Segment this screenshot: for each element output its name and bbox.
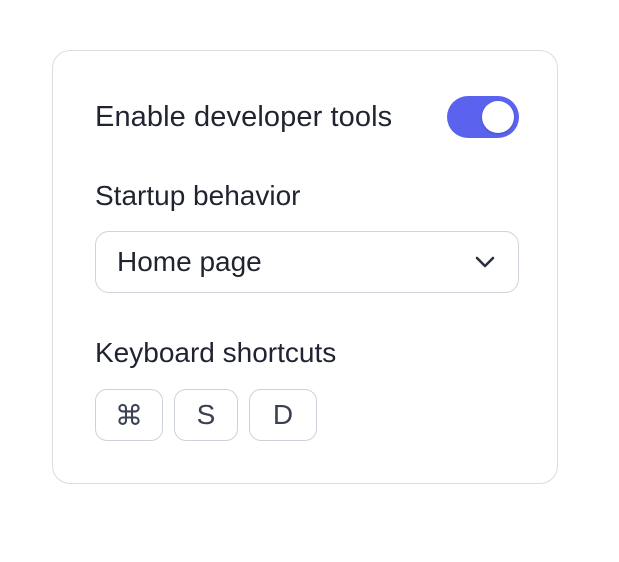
- startup-behavior-label: Startup behavior: [95, 180, 301, 211]
- keyboard-shortcuts-label: Keyboard shortcuts: [95, 337, 337, 368]
- settings-card: Enable developer tools Startup behavior …: [52, 50, 558, 484]
- chevron-down-icon: [474, 255, 496, 269]
- startup-behavior-select[interactable]: Home page: [95, 231, 519, 293]
- startup-behavior-value: Home page: [117, 246, 262, 277]
- d-key-label: D: [272, 399, 294, 430]
- developer-tools-label: Enable developer tools: [95, 100, 393, 133]
- toggle-knob: [482, 101, 514, 133]
- shortcut-keys: ⌘ S D: [95, 389, 317, 441]
- command-icon: ⌘: [115, 399, 143, 431]
- d-key[interactable]: D: [249, 389, 317, 441]
- s-key-label: S: [196, 399, 216, 430]
- developer-tools-row: Enable developer tools: [95, 95, 519, 139]
- developer-tools-toggle[interactable]: [447, 96, 519, 138]
- s-key[interactable]: S: [174, 389, 238, 441]
- command-key[interactable]: ⌘: [95, 389, 163, 441]
